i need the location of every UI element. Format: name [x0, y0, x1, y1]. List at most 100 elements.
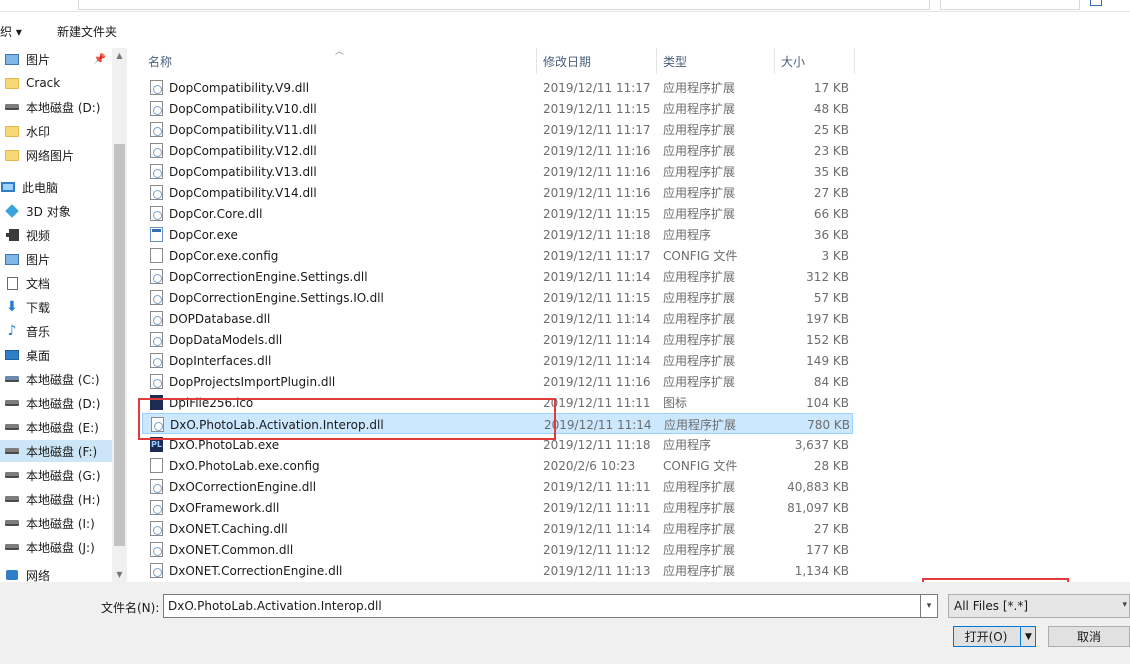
preview-pane-icon[interactable] [1090, 0, 1102, 6]
dll-file-icon [150, 185, 163, 200]
file-size: 149 KB [806, 353, 849, 368]
nav-item[interactable]: 此电脑 [0, 176, 112, 198]
file-row[interactable]: DopCompatibility.V13.dll 2019/12/11 11:16… [142, 161, 853, 182]
file-size: 25 KB [813, 122, 849, 137]
config-file-icon [150, 458, 163, 473]
nav-item[interactable]: 本地磁盘 (H:) [0, 488, 112, 510]
column-size[interactable]: 大小 [775, 48, 855, 74]
filename-label: 文件名(N): [101, 601, 160, 615]
nav-item[interactable]: 视频 [0, 224, 112, 246]
file-size: 66 KB [813, 206, 849, 221]
nav-item[interactable]: 本地磁盘 (I:) [0, 512, 112, 534]
filename-input[interactable]: DxO.PhotoLab.Activation.Interop.dll [163, 594, 921, 618]
file-date: 2019/12/11 11:16 [543, 143, 651, 158]
nav-item[interactable]: 本地磁盘 (D:) [0, 392, 112, 414]
file-name: DxONET.CorrectionEngine.dll [169, 563, 343, 578]
file-size: 177 KB [806, 542, 849, 557]
file-row[interactable]: DopCompatibility.V14.dll 2019/12/11 11:16… [142, 182, 853, 203]
nav-item[interactable]: 本地磁盘 (J:) [0, 536, 112, 558]
file-row[interactable]: DopCor.Core.dll 2019/12/11 11:15 应用程序扩展 66 … [142, 203, 853, 224]
file-row[interactable]: DxONET.Caching.dll 2019/12/11 11:14 应用程序扩展… [142, 518, 853, 539]
new-folder-button[interactable]: 新建文件夹 [57, 23, 117, 40]
cancel-button[interactable]: 取消 [1048, 626, 1130, 647]
file-type: 应用程序扩展 [663, 144, 736, 158]
file-type: CONFIG 文件 [663, 249, 738, 263]
file-row[interactable]: DxOFramework.dll 2019/12/11 11:11 应用程序扩展 81… [142, 497, 853, 518]
nav-item-label: 本地磁盘 (C:) [26, 372, 100, 387]
nav-item[interactable]: ♪ 音乐 [0, 320, 112, 342]
search-input[interactable] [940, 0, 1080, 10]
file-row[interactable]: DopCompatibility.V9.dll 2019/12/11 11:17 应… [142, 77, 853, 98]
open-button[interactable]: 打开(O) ▼ [953, 626, 1036, 647]
nav-scrollbar[interactable]: ▲ ▼ [112, 48, 127, 582]
file-name: DOPDatabase.dll [169, 311, 271, 326]
nav-item[interactable]: 3D 对象 [0, 200, 112, 222]
sort-arrow-icon: ︿ [335, 48, 345, 57]
file-type: 应用程序扩展 [663, 354, 736, 368]
file-row[interactable]: DopCorrectionEngine.Settings.IO.dll 2019/… [142, 287, 853, 308]
scroll-thumb[interactable] [114, 144, 125, 546]
nav-item[interactable]: Crack [0, 72, 112, 94]
nav-item[interactable]: 桌面 [0, 344, 112, 366]
column-date[interactable]: 修改日期 [537, 48, 657, 74]
file-row[interactable]: DopDataModels.dll 2019/12/11 11:14 应用程序扩展 1… [142, 329, 853, 350]
nav-item[interactable]: 网络图片 [0, 144, 112, 166]
scroll-up-icon[interactable]: ▲ [112, 48, 127, 63]
file-type-filter[interactable]: All Files [*.*] ▾ [948, 594, 1130, 618]
file-row[interactable]: DopCompatibility.V11.dll 2019/12/11 11:17… [142, 119, 853, 140]
file-row[interactable]: DopCor.exe.config 2019/12/11 11:17 CONFIG … [142, 245, 853, 266]
pin-icon[interactable]: 📌 [94, 54, 106, 65]
nav-item[interactable]: 水印 [0, 120, 112, 142]
nav-item[interactable]: 图片 [0, 248, 112, 270]
file-row[interactable]: DxONET.CorrectionEngine.dll 2019/12/11 11… [142, 560, 853, 581]
file-type: 应用程序扩展 [663, 501, 736, 515]
file-row[interactable]: DopCompatibility.V12.dll 2019/12/11 11:16… [142, 140, 853, 161]
pictures-icon [4, 252, 20, 266]
file-row[interactable]: DxONET.Common.dll 2019/12/11 11:12 应用程序扩展 1… [142, 539, 853, 560]
drive-icon [4, 444, 20, 458]
column-type[interactable]: 类型 [657, 48, 775, 74]
file-row[interactable]: DplFile256.ico 2019/12/11 11:11 图标 104 KB [142, 392, 853, 413]
nav-item-label: 文档 [26, 276, 51, 291]
nav-item[interactable]: 本地磁盘 (E:) [0, 416, 112, 438]
config-file-icon [150, 248, 163, 263]
scroll-down-icon[interactable]: ▼ [112, 567, 127, 582]
file-row[interactable]: DopCor.exe 2019/12/11 11:18 应用程序 36 KB [142, 224, 853, 245]
file-date: 2019/12/11 11:14 [543, 269, 651, 284]
file-row[interactable]: DopCorrectionEngine.Settings.dll 2019/12/… [142, 266, 853, 287]
dll-file-icon [150, 353, 163, 368]
nav-item-label: 网络 [26, 568, 51, 583]
system-drive-icon [4, 372, 20, 386]
filename-dropdown-icon[interactable]: ▾ [921, 594, 938, 618]
file-row[interactable]: DopProjectsImportPlugin.dll 2019/12/11 11… [142, 371, 853, 392]
nav-item[interactable]: 本地磁盘 (C:) [0, 368, 112, 390]
file-name: DopCor.exe.config [169, 248, 279, 263]
nav-item[interactable]: ⬇ 下载 [0, 296, 112, 318]
nav-item[interactable]: 本地磁盘 (G:) [0, 464, 112, 486]
file-row[interactable]: DxO.PhotoLab.exe.config 2020/2/6 10:23 CON… [142, 455, 853, 476]
nav-item[interactable]: 网络 [0, 564, 112, 582]
address-bar[interactable] [78, 0, 930, 10]
organize-button[interactable]: 织 ▾ [0, 23, 22, 40]
file-row[interactable]: DopInterfaces.dll 2019/12/11 11:14 应用程序扩展 1… [142, 350, 853, 371]
open-options-chevron-icon[interactable]: ▼ [1020, 627, 1036, 646]
file-name: DopProjectsImportPlugin.dll [169, 374, 336, 389]
file-row[interactable]: DopCompatibility.V10.dll 2019/12/11 11:15… [142, 98, 853, 119]
nav-item[interactable]: 本地磁盘 (F:) [0, 440, 112, 462]
file-row[interactable]: DxO.PhotoLab.Activation.Interop.dll 2019/… [142, 413, 853, 434]
navigation-pane: 图片 📌 Crack 本地磁盘 (D:) 水印 网络图片 此电脑 3D 对象 视频 图片 文档 ⬇ 下载… [0, 48, 127, 582]
file-type: 应用程序扩展 [663, 522, 736, 536]
file-name: DxOFramework.dll [169, 500, 280, 515]
nav-item-label: 本地磁盘 (J:) [26, 540, 95, 555]
nav-item[interactable]: 本地磁盘 (D:) [0, 96, 112, 118]
nav-item[interactable]: 图片 📌 [0, 48, 112, 70]
file-name: DopCorrectionEngine.Settings.IO.dll [169, 290, 384, 305]
file-row[interactable]: DxOCorrectionEngine.dll 2019/12/11 11:11 应… [142, 476, 853, 497]
nav-item[interactable]: 文档 [0, 272, 112, 294]
file-type: 应用程序扩展 [663, 81, 736, 95]
file-type: CONFIG 文件 [663, 459, 738, 473]
file-date: 2019/12/11 11:14 [543, 521, 651, 536]
file-row[interactable]: PL DxO.PhotoLab.exe 2019/12/11 11:18 应用程序 3,… [142, 434, 853, 455]
file-size: 3,637 KB [794, 437, 849, 452]
file-row[interactable]: DOPDatabase.dll 2019/12/11 11:14 应用程序扩展 197… [142, 308, 853, 329]
